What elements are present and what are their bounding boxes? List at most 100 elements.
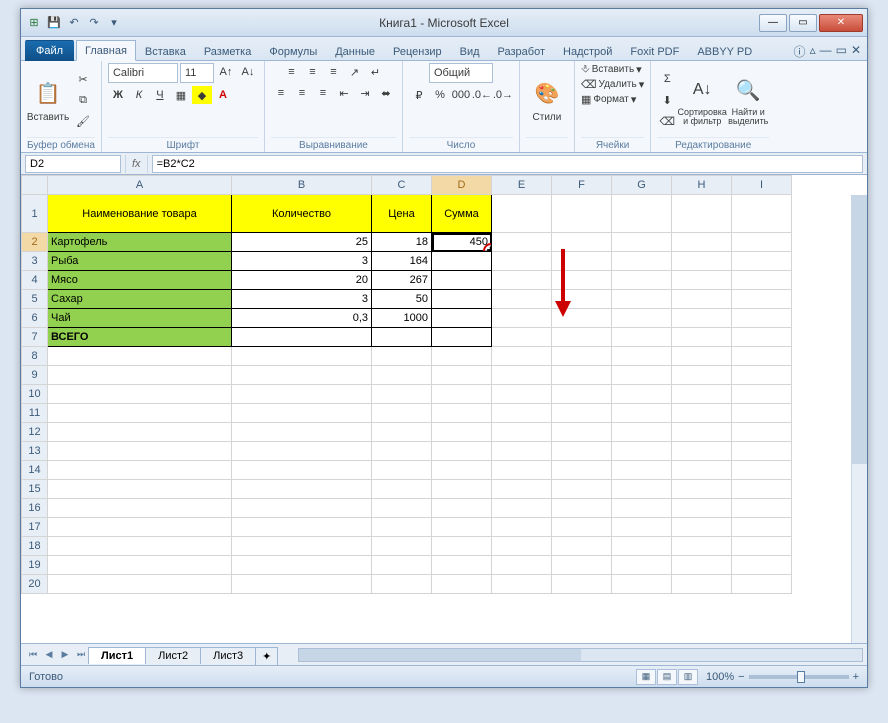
minimize-ribbon-icon[interactable]: ▵ xyxy=(810,43,816,60)
tab-home[interactable]: Главная xyxy=(76,40,136,61)
row-header[interactable]: 15 xyxy=(22,480,48,499)
maximize-button[interactable]: ▭ xyxy=(789,14,817,32)
tab-view[interactable]: Вид xyxy=(451,41,489,61)
doc-restore-icon[interactable]: ▭ xyxy=(836,43,847,60)
formula-input[interactable]: =B2*C2 xyxy=(152,155,863,173)
tab-layout[interactable]: Разметка xyxy=(195,41,261,61)
bold-icon[interactable]: Ж xyxy=(108,86,128,104)
paste-button[interactable]: 📋 Вставить xyxy=(27,78,69,123)
row-header[interactable]: 7 xyxy=(22,328,48,347)
italic-icon[interactable]: К xyxy=(129,86,149,104)
row-header[interactable]: 19 xyxy=(22,556,48,575)
decrease-decimal-icon[interactable]: .0→ xyxy=(493,86,513,104)
find-select-button[interactable]: 🔍 Найти и выделить xyxy=(727,74,769,126)
row-header[interactable]: 11 xyxy=(22,404,48,423)
merge-icon[interactable]: ⬌ xyxy=(376,84,396,102)
fx-icon[interactable]: fx xyxy=(125,155,148,173)
tab-data[interactable]: Данные xyxy=(326,41,384,61)
redo-icon[interactable]: ↷ xyxy=(85,14,103,32)
cell[interactable]: Картофель xyxy=(48,233,232,252)
col-header-h[interactable]: H xyxy=(672,176,732,195)
cell[interactable]: Мясо xyxy=(48,271,232,290)
cell[interactable]: 3 xyxy=(232,290,372,309)
next-sheet-icon[interactable]: ▶ xyxy=(57,647,73,663)
cell[interactable]: 267 xyxy=(372,271,432,290)
header-qty[interactable]: Количество xyxy=(232,195,372,233)
cell-selected[interactable]: 450✚ xyxy=(432,233,492,252)
excel-icon[interactable]: ⊞ xyxy=(25,14,43,32)
col-header-f[interactable]: F xyxy=(552,176,612,195)
number-format-selector[interactable]: Общий xyxy=(429,63,493,83)
minimize-button[interactable]: — xyxy=(759,14,787,32)
row-header[interactable]: 9 xyxy=(22,366,48,385)
align-middle-icon[interactable]: ≡ xyxy=(302,63,322,81)
col-header-a[interactable]: A xyxy=(48,176,232,195)
delete-cells-icon[interactable]: ⌫ xyxy=(581,78,597,91)
format-painter-icon[interactable]: 🖌 xyxy=(73,112,93,130)
cut-icon[interactable]: ✂ xyxy=(73,70,93,88)
percent-icon[interactable]: % xyxy=(430,86,450,104)
fill-color-icon[interactable]: ◆ xyxy=(192,86,212,104)
zoom-in-icon[interactable]: + xyxy=(853,671,859,683)
format-cells-icon[interactable]: ▦ xyxy=(581,93,591,106)
first-sheet-icon[interactable]: ⏮ xyxy=(25,647,41,663)
cell[interactable]: 0,3 xyxy=(232,309,372,328)
sort-filter-button[interactable]: A↓ Сортировка и фильтр xyxy=(681,74,723,126)
row-header[interactable]: 1 xyxy=(22,195,48,233)
increase-decimal-icon[interactable]: .0← xyxy=(472,86,492,104)
row-header[interactable]: 8 xyxy=(22,347,48,366)
tab-formulas[interactable]: Формулы xyxy=(260,41,326,61)
zoom-out-icon[interactable]: − xyxy=(738,671,744,683)
fill-icon[interactable]: ⬇ xyxy=(657,91,677,109)
grow-font-icon[interactable]: A↑ xyxy=(216,63,236,81)
copy-icon[interactable]: ⧉ xyxy=(73,91,93,109)
cell[interactable] xyxy=(432,252,492,271)
cell[interactable] xyxy=(432,309,492,328)
select-all-corner[interactable] xyxy=(22,176,48,195)
align-right-icon[interactable]: ≡ xyxy=(313,84,333,102)
header-sum[interactable]: Сумма xyxy=(432,195,492,233)
sheet-tab[interactable]: Лист1 xyxy=(88,647,146,664)
orientation-icon[interactable]: ↗ xyxy=(344,63,364,81)
increase-indent-icon[interactable]: ⇥ xyxy=(355,84,375,102)
page-layout-icon[interactable]: ▤ xyxy=(657,669,677,685)
font-color-icon[interactable]: A xyxy=(213,86,233,104)
last-sheet-icon[interactable]: ⏭ xyxy=(73,647,89,663)
col-header-b[interactable]: B xyxy=(232,176,372,195)
cell[interactable]: 3 xyxy=(232,252,372,271)
col-header-c[interactable]: C xyxy=(372,176,432,195)
align-top-icon[interactable]: ≡ xyxy=(281,63,301,81)
page-break-icon[interactable]: ▥ xyxy=(678,669,698,685)
tab-developer[interactable]: Разработ xyxy=(489,41,554,61)
col-header-d[interactable]: D xyxy=(432,176,492,195)
cell[interactable] xyxy=(372,328,432,347)
save-icon[interactable]: 💾 xyxy=(45,14,63,32)
row-header[interactable]: 3 xyxy=(22,252,48,271)
cell[interactable]: 50 xyxy=(372,290,432,309)
doc-min-icon[interactable]: — xyxy=(820,43,832,60)
row-header[interactable]: 5 xyxy=(22,290,48,309)
qat-dropdown-icon[interactable]: ▾ xyxy=(105,14,123,32)
row-header[interactable]: 16 xyxy=(22,499,48,518)
cell[interactable]: 1000 xyxy=(372,309,432,328)
help-icon[interactable]: ⓘ xyxy=(794,43,806,60)
row-header[interactable]: 13 xyxy=(22,442,48,461)
scrollbar-thumb[interactable] xyxy=(852,195,867,464)
cell[interactable]: 18 xyxy=(372,233,432,252)
wrap-text-icon[interactable]: ↵ xyxy=(365,63,385,81)
header-name[interactable]: Наименование товара xyxy=(48,195,232,233)
tab-foxit[interactable]: Foxit PDF xyxy=(621,41,688,61)
row-header[interactable]: 4 xyxy=(22,271,48,290)
zoom-slider[interactable] xyxy=(749,675,849,679)
scrollbar-thumb[interactable] xyxy=(299,649,580,661)
new-sheet-icon[interactable]: ✦ xyxy=(255,647,278,665)
cell[interactable]: 20 xyxy=(232,271,372,290)
cell[interactable]: Сахар xyxy=(48,290,232,309)
shrink-font-icon[interactable]: A↓ xyxy=(238,63,258,81)
tab-addins[interactable]: Надстрой xyxy=(554,41,621,61)
cell-total[interactable]: ВСЕГО xyxy=(48,328,232,347)
cell[interactable]: 164 xyxy=(372,252,432,271)
col-header-g[interactable]: G xyxy=(612,176,672,195)
horizontal-scrollbar[interactable] xyxy=(298,648,863,662)
cell[interactable]: Рыба xyxy=(48,252,232,271)
